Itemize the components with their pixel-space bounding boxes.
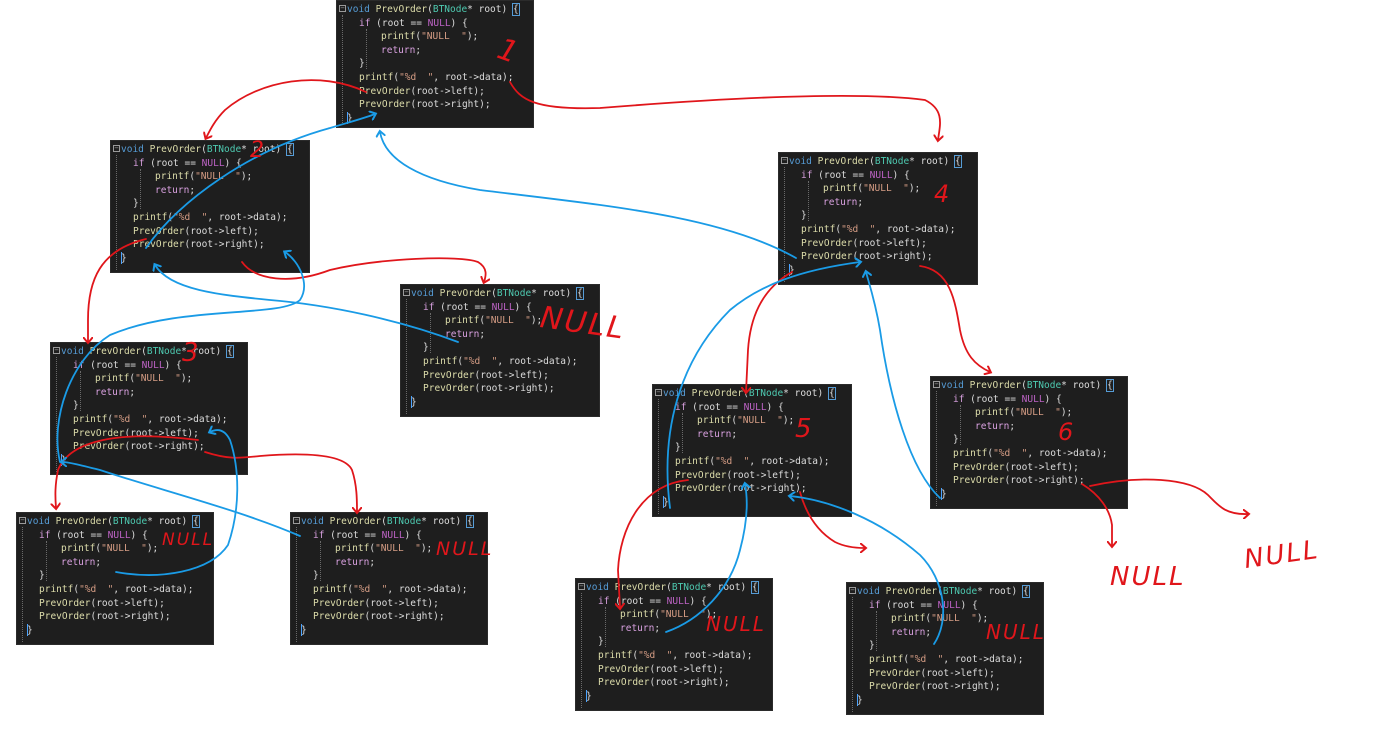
call-arrow — [241, 257, 486, 282]
call-arrow — [55, 435, 199, 508]
arrow-overlay — [0, 79, 1376, 645]
call-arrow — [1081, 483, 1112, 546]
call-order-label: 4 — [934, 180, 952, 208]
call-arrow — [509, 81, 940, 140]
call-arrow — [746, 271, 793, 392]
call-arrow — [799, 491, 865, 548]
call-order-label: 6 — [1058, 418, 1076, 446]
return-arrow — [145, 114, 375, 249]
call-arrow — [618, 479, 689, 608]
return-arrow — [665, 484, 747, 633]
null-label: NULL — [162, 530, 215, 550]
null-label: NULL — [706, 612, 766, 636]
return-arrow — [380, 132, 797, 259]
null-label: NULL — [986, 620, 1046, 644]
null-label: NULL — [1110, 562, 1186, 592]
call-order-label: 3 — [182, 338, 201, 368]
return-arrow — [866, 272, 941, 499]
null-label: NULL — [436, 538, 494, 560]
call-arrow — [204, 451, 357, 512]
call-arrow — [1089, 478, 1248, 515]
return-arrow — [62, 462, 301, 537]
call-order-label: 5 — [795, 414, 814, 444]
call-arrow — [206, 79, 367, 138]
return-arrow — [790, 496, 945, 645]
call-arrow — [919, 265, 990, 372]
call-order-label: 2 — [250, 138, 266, 163]
return-arrow — [115, 430, 239, 576]
